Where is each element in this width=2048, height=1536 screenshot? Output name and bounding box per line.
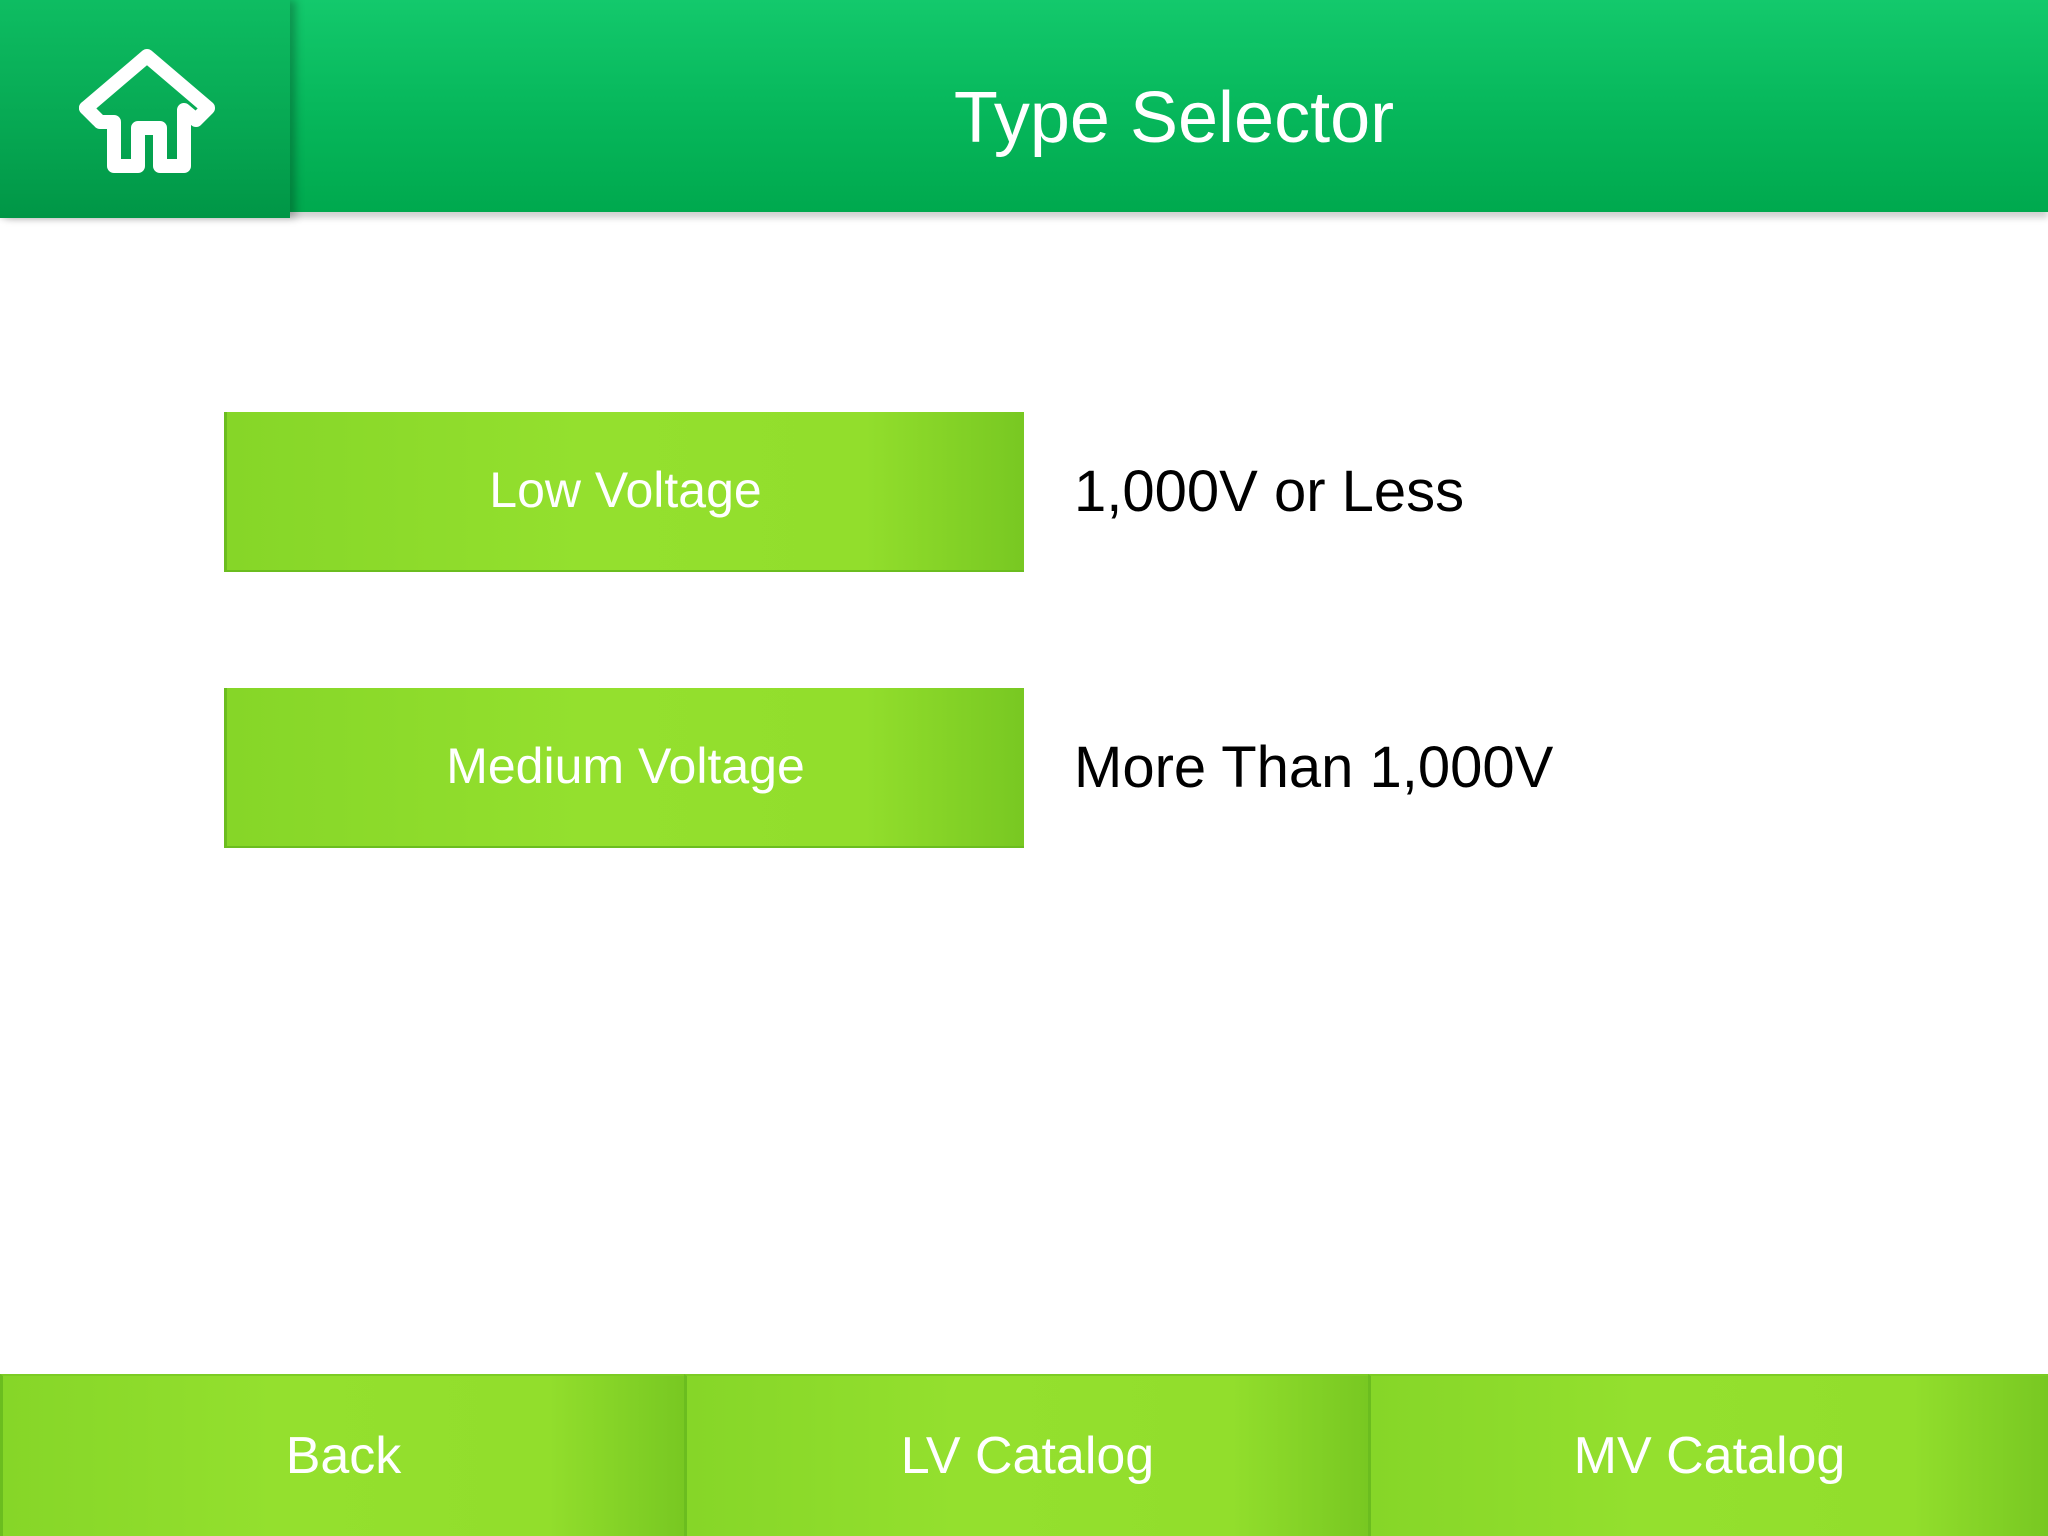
page-title: Type Selector — [290, 0, 2048, 212]
bottom-nav: Back LV Catalog MV Catalog — [0, 1374, 2048, 1536]
mv-catalog-button[interactable]: MV Catalog — [1368, 1374, 2048, 1536]
lv-catalog-button[interactable]: LV Catalog — [684, 1374, 1368, 1536]
low-voltage-description: 1,000V or Less — [1074, 459, 1465, 524]
page-title-text: Type Selector — [953, 78, 1395, 158]
home-button[interactable] — [0, 0, 290, 218]
medium-voltage-description: More Than 1,000V — [1074, 735, 1554, 800]
back-button[interactable]: Back — [0, 1374, 684, 1536]
low-voltage-button[interactable]: Low Voltage — [224, 412, 1024, 572]
header-bar: Type Selector — [0, 0, 2048, 218]
medium-voltage-button[interactable]: Medium Voltage — [224, 688, 1024, 848]
